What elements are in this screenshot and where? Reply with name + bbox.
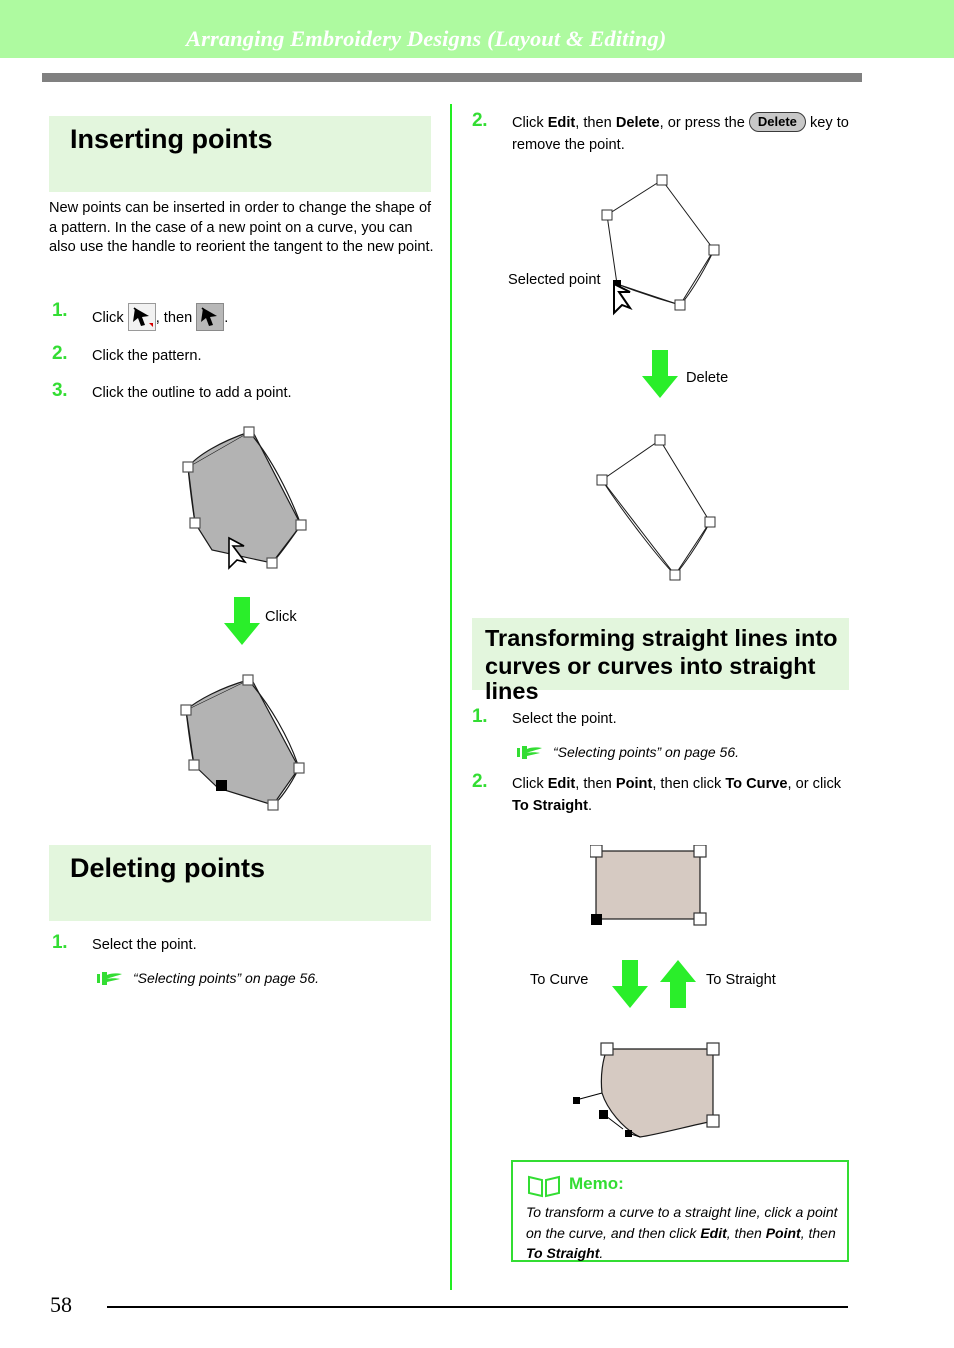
pointing-hand-icon-left: [95, 968, 123, 986]
delete-step-text-b: , then: [575, 115, 616, 131]
step1-click-word: Click: [92, 310, 124, 326]
xref-selecting-points-left[interactable]: “Selecting points” on page 56.: [133, 970, 319, 986]
section-heading-inserting-points-label: Inserting points: [70, 124, 273, 154]
transform-text-a: Click: [512, 776, 548, 792]
transform-text-c: , then click: [652, 776, 726, 792]
step-number-1-delete: 1.: [52, 932, 68, 953]
memo-body: To transform a curve to a straight line,…: [526, 1202, 838, 1264]
figure-arrow-delete-label: Delete: [686, 370, 729, 386]
inserting-points-intro: New points can be inserted in order to c…: [49, 200, 434, 256]
open-book-icon: [527, 1174, 561, 1203]
step-number-3-insert: 3.: [52, 380, 68, 401]
step-number-1-insert: 1.: [52, 300, 68, 321]
figure-label-to-curve: To Curve: [530, 972, 589, 988]
step-text-1-insert: Click , then .: [92, 303, 432, 331]
figure-polygon-after-delete: [580, 430, 760, 595]
section-heading-transforming-lines-line2: curves or curves into straight lines: [485, 653, 816, 705]
step-text-2-transform: Click Edit, then Point, then click To Cu…: [512, 774, 852, 817]
section-heading-deleting-points: Deleting points: [49, 845, 431, 921]
transform-text-d: , or: [787, 776, 809, 792]
transform-line2-a: click: [812, 776, 842, 792]
column-divider: [450, 104, 452, 1290]
insert-point-tool-icon[interactable]: [127, 303, 156, 331]
step-text-2-insert: Click the pattern.: [92, 348, 202, 364]
memo-to-straight-bold: To Straight: [526, 1245, 600, 1261]
header-divider-rule: [42, 73, 862, 82]
figure-arrow-click: [222, 597, 262, 652]
menu-to-straight-bold: To Straight: [512, 797, 588, 814]
figure-rectangle-straight: [589, 844, 710, 935]
inserted-point-marker: [216, 780, 227, 791]
step-number-1-transform: 1.: [472, 706, 488, 727]
transform-line2-b: .: [587, 797, 592, 814]
section-heading-transforming-lines: Transforming straight lines into curves …: [472, 618, 849, 704]
step-text-3-insert: Click the outline to add a point.: [92, 385, 292, 401]
delete-key-badge: Delete: [748, 112, 806, 132]
curve-handle-point-1: [573, 1097, 580, 1104]
memo-box: Memo: To transform a curve to a straight…: [511, 1160, 849, 1262]
curve-handle-point-2: [599, 1110, 608, 1119]
pointing-hand-icon-right: [515, 742, 543, 760]
step1-period: .: [224, 310, 229, 326]
figure-label-to-straight: To Straight: [706, 972, 776, 988]
menu-edit-bold: Edit: [547, 115, 576, 131]
menu-edit-bold-2: Edit: [547, 776, 576, 792]
step-text-1-delete: Select the point.: [92, 937, 197, 953]
section-heading-inserting-points: Inserting points: [49, 116, 431, 192]
figure-pattern-after-insert: [168, 660, 368, 825]
menu-point-bold: Point: [615, 776, 653, 792]
figure-pattern-before-insert: [150, 415, 350, 610]
page-title: Arranging Embroidery Designs (Layout & E…: [186, 26, 667, 51]
figure-polygon-selected-point: [490, 165, 750, 330]
step-text-2-delete-point: Click Edit, then Delete, or press the De…: [512, 112, 862, 156]
curve-handle-point-3: [625, 1130, 632, 1137]
memo-text-b: , then: [726, 1224, 766, 1241]
figure-arrow-delete: [640, 350, 680, 405]
memo-title: Memo:: [569, 1174, 624, 1193]
delete-step-text-a: Click: [512, 115, 548, 131]
memo-edit-bold: Edit: [700, 1224, 727, 1241]
rect-selected-point-marker: [591, 914, 602, 925]
menu-delete-bold: Delete: [615, 115, 660, 131]
memo-text-d: .: [599, 1245, 604, 1261]
memo-text-c: , then: [800, 1224, 836, 1241]
step-number-2-insert: 2.: [52, 343, 68, 364]
memo-point-bold: Point: [765, 1224, 801, 1241]
transform-text-b: , then: [575, 776, 616, 792]
figure-shape-curved: [545, 1025, 785, 1150]
figure-arrow-click-label: Click: [265, 609, 297, 625]
figure-arrow-to-curve: [610, 960, 650, 1015]
page-number: 58: [50, 1292, 72, 1317]
figure-selected-point-label: Selected point: [508, 272, 601, 288]
section-heading-deleting-points-label: Deleting points: [70, 853, 265, 883]
menu-to-curve-bold: To Curve: [725, 776, 788, 792]
xref-selecting-points-right[interactable]: “Selecting points” on page 56.: [553, 744, 739, 760]
step-number-2-transform: 2.: [472, 771, 488, 792]
section-heading-transforming-lines-line1: Transforming straight lines into: [485, 625, 838, 651]
delete-step-text-c: , or press the: [659, 115, 749, 131]
figure-arrow-to-straight: [658, 960, 698, 1015]
insert-point-tool-icon-pressed[interactable]: [196, 303, 225, 331]
step1-then-word: , then: [155, 310, 193, 326]
footer-rule: [107, 1306, 848, 1308]
step-text-1-transform: Select the point.: [512, 711, 617, 727]
step-number-2-delete-point: 2.: [472, 110, 488, 131]
